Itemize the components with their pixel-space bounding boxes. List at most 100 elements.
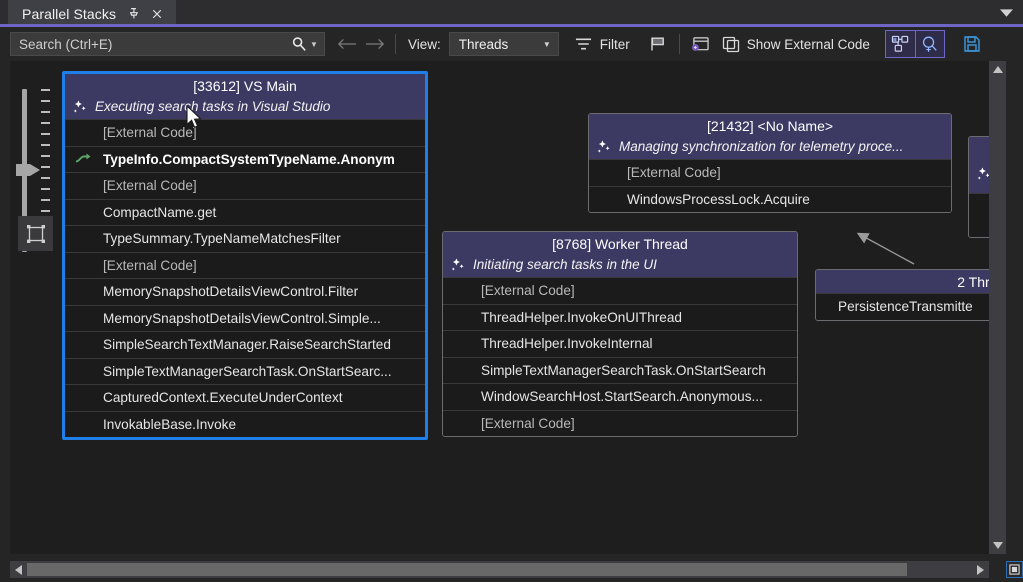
save-icon: [962, 34, 982, 54]
back-arrow-left-icon[interactable]: [333, 30, 361, 58]
stack-frame-label: WindowSearchHost.StartSearch.Anonymous..…: [481, 389, 763, 404]
stack-frame-label: PersistenceTransmitte: [838, 299, 973, 314]
stack-frame-list: [External Code] TypeInfo.CompactSystemTy…: [65, 119, 425, 437]
zoom-to-fit-icon[interactable]: [18, 216, 53, 251]
scroll-left-arrow-icon[interactable]: [10, 561, 27, 578]
stack-frame[interactable]: ThreadHelper.InvokeOnUIThread: [443, 304, 797, 331]
stack-frame[interactable]: [External Code]: [65, 119, 425, 146]
show-external-code-button[interactable]: Show External Code: [716, 31, 875, 57]
stack-frame[interactable]: TypeSummary.TypeNameMatchesFilter: [65, 225, 425, 252]
auto-scroll-to-current-icon[interactable]: [886, 31, 915, 57]
stack-frame[interactable]: CompactName.get: [65, 199, 425, 226]
panel-subtitle-row: Initiating search tasks in the UI: [443, 255, 797, 277]
tab-label: Parallel Stacks: [22, 6, 116, 22]
current-frame-arrow-icon: [75, 152, 93, 166]
stack-frame-list: PersistenceTransmitte: [816, 293, 1006, 320]
toggle-minimap-icon[interactable]: [1006, 561, 1023, 578]
toggle-method-view-button[interactable]: [686, 31, 716, 57]
panel-title: 2 Threads: [816, 270, 1006, 293]
horizontal-scrollbar[interactable]: [10, 561, 989, 578]
stack-frame[interactable]: SimpleTextManagerSearchTask.OnStartSearc…: [65, 358, 425, 385]
stack-frame[interactable]: [External Code]: [443, 410, 797, 437]
filter-button[interactable]: Filter: [569, 31, 635, 57]
view-mode-value: Threads: [459, 37, 509, 52]
stack-frame-label: SimpleTextManagerSearchTask.OnStartSearc…: [481, 363, 766, 378]
zoom-slider-thumb[interactable]: [16, 161, 40, 179]
search-dropdown-chevron-down-icon[interactable]: ▼: [308, 40, 320, 49]
toolbar-separator-2: [679, 34, 680, 54]
stack-frame[interactable]: InvokableBase.Invoke: [65, 411, 425, 438]
stack-panel-worker-thread[interactable]: [8768] Worker Thread Initiating search t…: [442, 231, 798, 437]
panel-subtitle: Managing synchronization for telemetry p…: [619, 139, 903, 154]
panel-subtitle-row: Managing synchronization for telemetry p…: [589, 137, 951, 159]
stack-panel-two-threads[interactable]: 2 Threads PersistenceTransmitte: [815, 269, 1006, 321]
stack-frame[interactable]: WindowSearchHost.StartSearch.Anonymous..…: [443, 383, 797, 410]
window-bottom-edge: [0, 578, 1023, 582]
stack-frame[interactable]: WindowsProcessLock.Acquire: [589, 186, 951, 213]
tab-parallel-stacks[interactable]: Parallel Stacks: [8, 0, 176, 27]
thread-sparkle-icon: [597, 140, 612, 154]
scroll-up-arrow-icon[interactable]: [989, 61, 1006, 78]
stack-frame-label: CapturedContext.ExecuteUnderContext: [103, 390, 343, 405]
window-left-edge: [0, 27, 10, 582]
vertical-scrollbar[interactable]: [989, 61, 1006, 554]
stack-frame-label: [External Code]: [481, 416, 575, 431]
stack-frame[interactable]: SimpleTextManagerSearchTask.OnStartSearc…: [443, 357, 797, 384]
stack-frame-label: InvokableBase.Invoke: [103, 417, 236, 432]
stack-frame[interactable]: ThreadHelper.InvokeInternal: [443, 330, 797, 357]
stack-frame[interactable]: PersistenceTransmitte: [816, 293, 1006, 320]
search-input[interactable]: [19, 37, 291, 52]
stack-frame-label: CompactName.get: [103, 205, 216, 220]
stack-frame-label: [External Code]: [103, 178, 197, 193]
stack-frame[interactable]: [External Code]: [65, 252, 425, 279]
stack-frame[interactable]: MemorySnapshotDetailsViewControl.Simple.…: [65, 305, 425, 332]
parallel-stacks-canvas[interactable]: [33612] VS Main Executing search tasks i…: [0, 61, 1006, 554]
view-label: View:: [402, 37, 447, 52]
stack-frame-label: [External Code]: [103, 258, 197, 273]
zoom-control-icon[interactable]: [915, 31, 944, 57]
close-icon[interactable]: [150, 7, 164, 21]
panel-header[interactable]: [21432] <No Name> Managing synchronizati…: [589, 114, 951, 159]
stack-frame-label: TypeSummary.TypeNameMatchesFilter: [103, 231, 341, 246]
stack-frame-label: [External Code]: [103, 125, 197, 140]
filter-label: Filter: [600, 37, 630, 52]
panel-subtitle-row: Executing search tasks in Visual Studio: [65, 97, 425, 119]
panel-header[interactable]: [33612] VS Main Executing search tasks i…: [65, 74, 425, 119]
stack-frame-label: MemorySnapshotDetailsViewControl.Simple.…: [103, 311, 381, 326]
forward-arrow-right-icon[interactable]: [361, 30, 389, 58]
show-external-code-label: Show External Code: [747, 37, 870, 52]
search-box[interactable]: ▼: [10, 32, 325, 56]
filter-icon: [574, 34, 594, 54]
chevron-down-icon[interactable]: [997, 5, 1015, 21]
stack-frame[interactable]: [External Code]: [65, 172, 425, 199]
panel-title: [21432] <No Name>: [589, 114, 951, 137]
stack-frame[interactable]: MemorySnapshotDetailsViewControl.Filter: [65, 278, 425, 305]
view-mode-select[interactable]: Threads ▼: [449, 32, 559, 56]
stack-panel-no-name[interactable]: [21432] <No Name> Managing synchronizati…: [588, 113, 952, 213]
stack-frame[interactable]: CapturedContext.ExecuteUnderContext: [65, 384, 425, 411]
horizontal-scrollbar-thumb[interactable]: [27, 563, 907, 576]
panel-header[interactable]: [8768] Worker Thread Initiating search t…: [443, 232, 797, 277]
stack-frame-label: [External Code]: [481, 283, 575, 298]
panel-header[interactable]: 2 Threads: [816, 270, 1006, 293]
scroll-right-arrow-icon[interactable]: [972, 561, 989, 578]
search-icon[interactable]: [291, 36, 308, 53]
toolbar-separator: [395, 34, 396, 54]
scroll-down-arrow-icon[interactable]: [989, 537, 1006, 554]
panel-title: [33612] VS Main: [65, 74, 425, 97]
stack-frame-label: TypeInfo.CompactSystemTypeName.Anonym: [103, 152, 395, 167]
stack-frame-label: ThreadHelper.InvokeOnUIThread: [481, 310, 682, 325]
pin-icon[interactable]: [126, 7, 140, 21]
stack-frame[interactable]: [External Code]: [443, 277, 797, 304]
thread-sparkle-icon: [451, 258, 466, 272]
stack-panel-vs-main[interactable]: [33612] VS Main Executing search tasks i…: [62, 71, 428, 440]
stack-frame[interactable]: SimpleSearchTextManager.RaiseSearchStart…: [65, 331, 425, 358]
chevron-down-icon: ▼: [543, 40, 551, 49]
flag-icon: [648, 34, 668, 54]
panel-title: [8768] Worker Thread: [443, 232, 797, 255]
flag-button[interactable]: [643, 31, 673, 57]
stack-frame[interactable]: [External Code]: [589, 159, 951, 186]
panel-subtitle: Executing search tasks in Visual Studio: [95, 99, 330, 114]
stack-frame-current[interactable]: TypeInfo.CompactSystemTypeName.Anonym: [65, 146, 425, 173]
save-button[interactable]: [959, 31, 985, 57]
